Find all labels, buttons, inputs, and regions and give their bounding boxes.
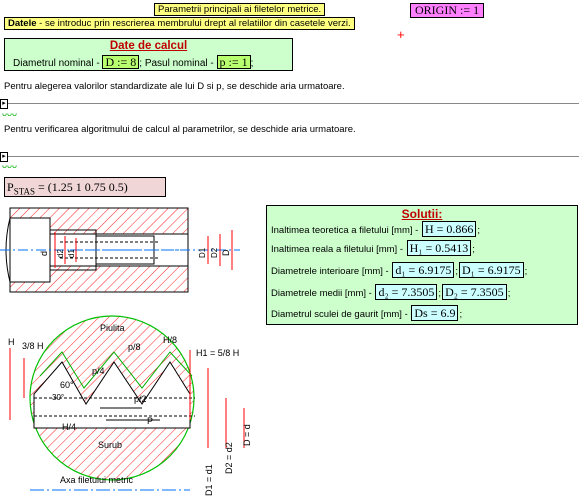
- label-D1-d1: D1 = d1: [204, 464, 214, 496]
- date-de-calcul-row: Diametrul nominal - D := 8; Pasul nomina…: [13, 55, 253, 70]
- row-end: ;: [507, 288, 511, 299]
- pstas-sub: STAS: [13, 186, 35, 197]
- solutii-row: Diametrele interioare [mm] - d₁ = 6.9175…: [271, 262, 528, 278]
- label-H-4: H/4: [62, 422, 76, 432]
- thread-profile-detail: [9, 315, 245, 491]
- result-H1[interactable]: H₁ = 0.5413: [406, 240, 472, 256]
- dim-label-D2: D2: [210, 247, 219, 258]
- result-H[interactable]: H = 0.866: [421, 221, 477, 237]
- thread-drawing: d d2 d1 D1 D2 D Piulita Surub Axa filetu…: [0, 207, 252, 496]
- solutii-row-label: Inaltimea reala a filetului [mm] -: [271, 244, 406, 255]
- label-p-2: p/2: [134, 394, 147, 404]
- dim-label-d1: d1: [67, 249, 76, 258]
- label-3-8-H: 3/8 H: [22, 341, 44, 351]
- dim-label-d: d: [39, 251, 49, 256]
- pstas-name: P: [7, 180, 14, 194]
- solutii-panel: Solutii: Inaltimea teoretica a filetului…: [266, 205, 578, 325]
- solutii-row-label: Diametrele medii [mm] -: [271, 288, 375, 299]
- area-wavy-2: ᴗᴗᴗ: [2, 160, 18, 170]
- label-D2-d2: D2 = d2: [224, 442, 234, 474]
- solutii-row-label: Inaltimea teoretica a filetului [mm] -: [271, 225, 421, 236]
- pas-nominal-label: ; Pasul nominal -: [139, 58, 217, 69]
- area-wavy-1: ᴗᴗᴗ: [2, 108, 18, 118]
- page-title: Parametrii principali ai filetelor metri…: [154, 3, 326, 16]
- row-end: ;: [524, 266, 528, 277]
- solutii-row: Diametrele medii [mm] - d₂ = 7.3505; D₂ =…: [271, 284, 511, 300]
- result-d2[interactable]: d₂ = 7.3505: [375, 284, 438, 300]
- dim-label-d2: d2: [56, 249, 65, 258]
- label-axa: Axa filetului metric: [60, 475, 134, 485]
- pas-nominal-input[interactable]: p := 1: [216, 55, 251, 69]
- diametru-nominal-input[interactable]: D := 8: [102, 55, 140, 69]
- label-p-4: p/4: [92, 366, 105, 376]
- label-P: P: [147, 416, 153, 426]
- label-p-8: p/8: [128, 342, 141, 352]
- label-30deg: 30°: [52, 393, 64, 402]
- date-de-calcul-title: Date de calcul: [109, 40, 188, 52]
- note-alegere: Pentru alegerea valorilor standardizate …: [4, 81, 345, 92]
- date-de-calcul-panel: Date de calcul Diametrul nominal - D := …: [4, 38, 293, 71]
- label-surub: Surub: [98, 440, 122, 450]
- result-Ds[interactable]: Ds = 6.9: [411, 305, 459, 321]
- dim-label-D: D: [221, 249, 231, 256]
- label-60deg: 60°: [60, 380, 74, 390]
- solutii-row-label: Diametrele interioare [mm] -: [271, 266, 392, 277]
- result-D1[interactable]: D₁ = 6.9175: [458, 262, 524, 278]
- solutii-row: Diametrul sculei de gaurit [mm] - Ds = 6…: [271, 305, 462, 323]
- label-H1: H1 = 5/8 H: [196, 348, 239, 358]
- datele-bold: Datele: [8, 18, 37, 29]
- label-D-d: D = d: [242, 424, 252, 446]
- area-line-1: [8, 103, 579, 104]
- solutii-row: Inaltimea teoretica a filetului [mm] - H…: [271, 221, 480, 239]
- result-D2[interactable]: D₂ = 7.3505: [442, 284, 507, 300]
- label-H: H: [8, 337, 15, 347]
- row-end: ;: [472, 244, 475, 255]
- pstas-value: = (1.25 1 0.75 0.5): [37, 180, 128, 194]
- solutii-row-label: Diametrul sculei de gaurit [mm] -: [271, 309, 411, 320]
- label-H-8: H/8: [163, 335, 177, 345]
- area-line-2: [8, 156, 579, 157]
- result-d1[interactable]: d₁ = 6.9175: [392, 262, 455, 278]
- row-end: ;: [459, 309, 463, 320]
- solutii-title: Solutii:: [401, 207, 443, 221]
- origin-definition[interactable]: ORIGIN := 1: [410, 3, 485, 18]
- row-end: ;: [250, 58, 254, 69]
- row-end: ;: [477, 225, 481, 236]
- cursor-crosshair-icon: +: [397, 27, 405, 42]
- datele-text: - se introduc prin rescrierea membrului …: [36, 18, 351, 29]
- dim-label-D1: D1: [198, 247, 207, 258]
- label-piulita: Piulita: [100, 323, 125, 333]
- pstas-result[interactable]: PSTAS = (1.25 1 0.75 0.5): [4, 177, 166, 197]
- datele-note: Datele - se introduc prin rescrierea mem…: [4, 17, 355, 30]
- solutii-row: Inaltimea reala a filetului [mm] - H₁ = …: [271, 240, 475, 258]
- note-verificare: Pentru verificarea algoritmului de calcu…: [4, 124, 356, 135]
- diametru-nominal-label: Diametrul nominal -: [13, 58, 103, 69]
